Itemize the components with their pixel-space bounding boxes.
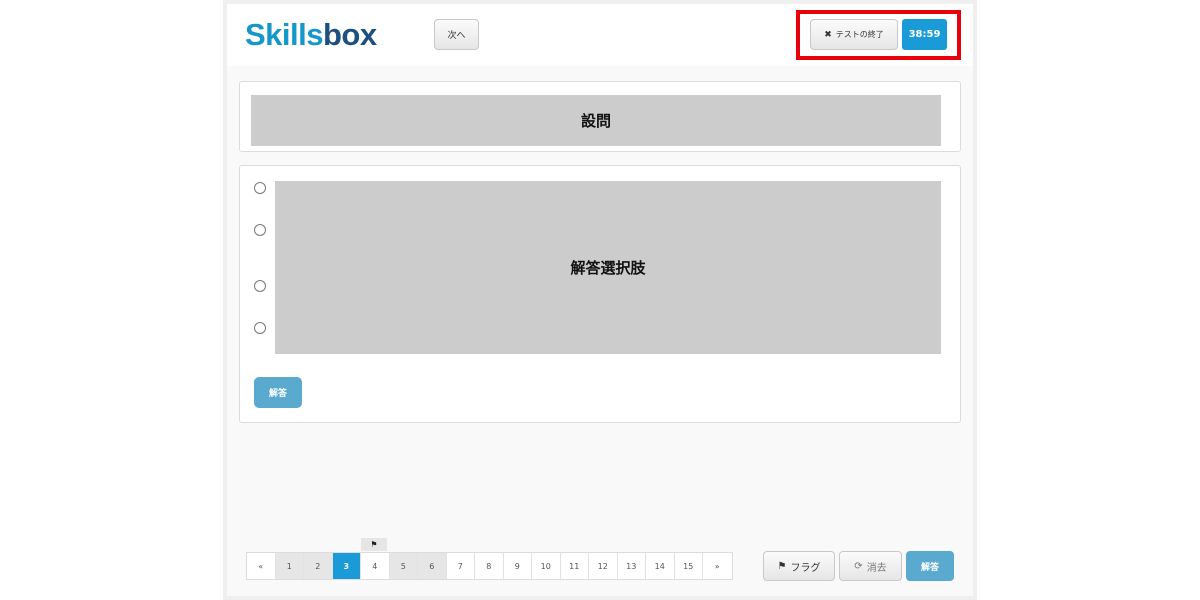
pagination-next[interactable]: »	[703, 553, 732, 579]
answer-options-label: 解答選択肢	[570, 259, 646, 277]
page-12[interactable]: 12	[589, 553, 618, 579]
page-7[interactable]: 7	[446, 553, 475, 579]
skillsbox-logo: Skillsbox	[245, 17, 377, 52]
page-4[interactable]: 4	[361, 553, 390, 579]
page-11[interactable]: 11	[560, 553, 589, 579]
page-14[interactable]: 14	[646, 553, 675, 579]
pagination-prev[interactable]: «	[247, 553, 276, 579]
answer-option-radio-4[interactable]	[254, 322, 266, 334]
end-test-label: テストの終了	[835, 30, 884, 39]
page-2[interactable]: 2	[304, 553, 333, 579]
pagination: «1 2 3 4 5 6 7 8 9 10 11 12 13 14 15»	[246, 552, 733, 580]
page-10[interactable]: 10	[532, 553, 561, 579]
page-9[interactable]: 9	[503, 553, 532, 579]
answer-option-radio-1[interactable]	[254, 182, 266, 194]
answer-option-radio-3[interactable]	[254, 280, 266, 292]
timer: 38:59	[902, 19, 947, 50]
flag-button-label: フラグ	[790, 562, 821, 574]
page-15[interactable]: 15	[674, 553, 703, 579]
flag-icon: ⚑	[370, 540, 378, 549]
next-button[interactable]: 次へ	[434, 19, 479, 50]
next-button-label: 次へ	[447, 31, 466, 41]
question-label: 設問	[580, 112, 611, 130]
answer-submit-label: 解答	[268, 389, 287, 399]
end-test-button[interactable]: ✖ テストの終了	[810, 19, 898, 50]
answer-submit-button[interactable]: 解答	[254, 377, 302, 408]
page-8[interactable]: 8	[475, 553, 504, 579]
question-placeholder: 設問	[251, 95, 941, 146]
clear-button-label: 消去	[866, 562, 887, 574]
timer-value: 38:59	[908, 29, 941, 40]
refresh-icon: ⟳	[854, 560, 863, 572]
answer-option-radio-2[interactable]	[254, 224, 266, 236]
clear-button[interactable]: ⟳ 消去	[839, 551, 902, 581]
flag-icon: ⚑	[777, 560, 787, 572]
flag-button[interactable]: ⚑ フラグ	[763, 551, 835, 581]
flag-marker: ⚑	[361, 538, 387, 551]
answer-button-bottom[interactable]: 解答	[906, 551, 954, 581]
page-1[interactable]: 1	[275, 553, 304, 579]
answer-options-placeholder: 解答選択肢	[275, 181, 941, 354]
answer-button-bottom-label: 解答	[920, 562, 939, 573]
close-icon: ✖	[824, 29, 832, 40]
page-3[interactable]: 3	[332, 553, 361, 579]
page-13[interactable]: 13	[617, 553, 646, 579]
page-5[interactable]: 5	[389, 553, 418, 579]
page-6[interactable]: 6	[418, 553, 447, 579]
